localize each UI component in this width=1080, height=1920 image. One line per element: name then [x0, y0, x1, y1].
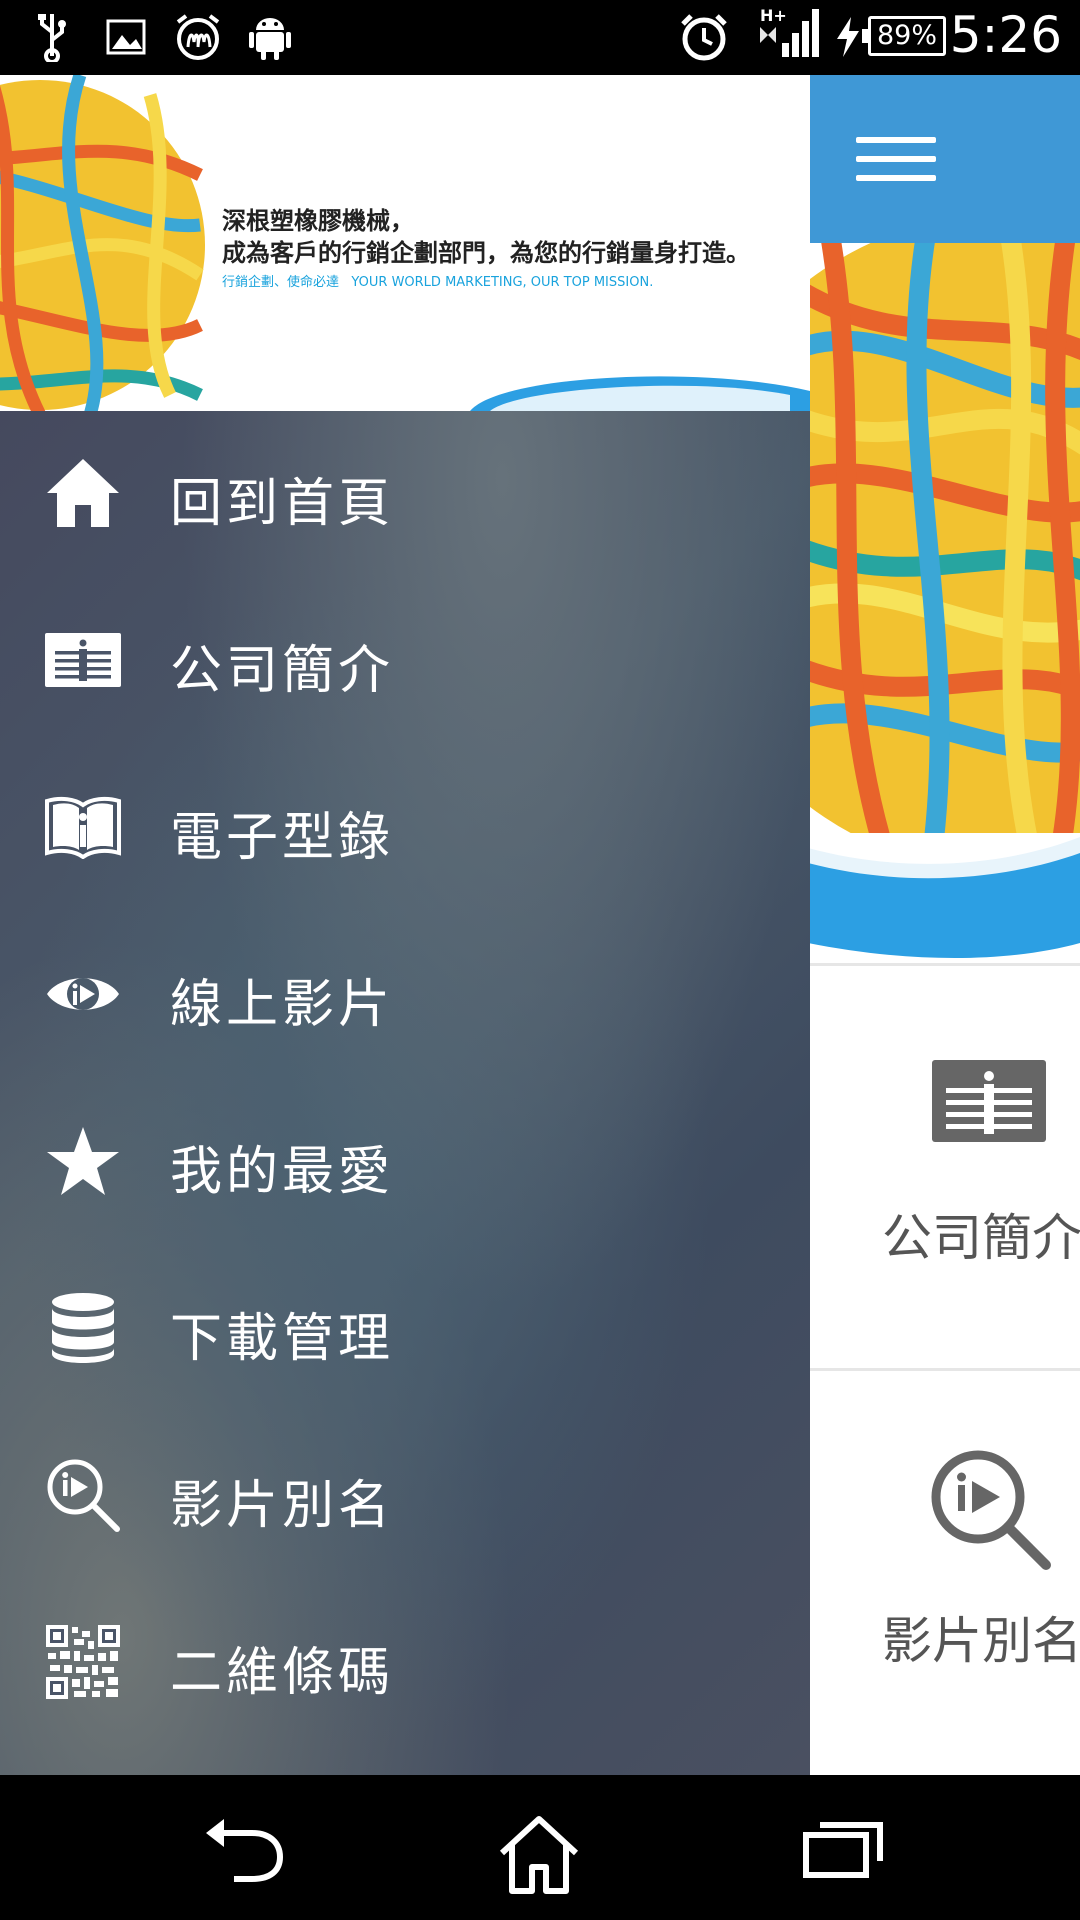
drawer-menu: 回到首頁 公司簡介 電子型錄 線上影片 我的最愛 下載管理 影片別名 二維條碼: [0, 411, 810, 1775]
catalog-book-icon: [45, 789, 121, 865]
status-bar: H+ 89% 5:26: [0, 0, 1080, 75]
banner-tagline-cn: 行銷企劃、使命必達: [222, 275, 340, 290]
signal-icon: H+: [758, 6, 820, 58]
tile-video-alias[interactable]: 影片別名: [808, 1371, 1080, 1775]
usb-icon: [34, 12, 70, 62]
tile-label: 影片別名: [882, 1612, 1080, 1670]
drawer-item-favorites[interactable]: 我的最愛: [0, 1079, 810, 1246]
banner-slogan-line2: 成為客戶的行銷企劃部門，為您的行銷量身打造。: [222, 239, 750, 267]
recents-icon[interactable]: [802, 1815, 892, 1895]
battery-percent: 89%: [876, 20, 937, 51]
tile-label: 公司簡介: [882, 1209, 1080, 1267]
drawer-item-label: 回到首頁: [170, 474, 395, 534]
company-info-icon: [932, 1060, 1046, 1146]
drawer-item-catalog[interactable]: 電子型錄: [0, 745, 810, 912]
drawer-banner: 深根塑橡膠機械， 成為客戶的行銷企劃部門，為您的行銷量身打造。 行銷企劃、使命必…: [0, 75, 810, 411]
drawer-item-label: 二維條碼: [170, 1643, 395, 1703]
alarm-clock-icon: [678, 12, 730, 62]
star-icon: [45, 1123, 121, 1199]
drawer-item-online-video[interactable]: 線上影片: [0, 912, 810, 1079]
drawer-item-qr-code[interactable]: 二維條碼: [0, 1580, 810, 1747]
home-nav-icon[interactable]: [496, 1815, 586, 1895]
banner-tagline: 行銷企劃、使命必達 YOUR WORLD MARKETING, OUR TOP …: [222, 271, 653, 290]
drawer-item-company-info[interactable]: 公司簡介: [0, 578, 810, 745]
hamburger-menu-button[interactable]: [856, 137, 936, 181]
video-search-icon: [45, 1457, 121, 1533]
drawer-item-label: 下載管理: [170, 1309, 395, 1369]
drawer-item-download-manager[interactable]: 下載管理: [0, 1246, 810, 1413]
navigation-drawer: 深根塑橡膠機械， 成為客戶的行銷企劃部門，為您的行銷量身打造。 行銷企劃、使命必…: [0, 75, 810, 1775]
battery-icon: 89%: [862, 16, 946, 56]
video-eye-icon: [45, 956, 121, 1032]
database-icon: [45, 1290, 121, 1366]
drawer-item-home[interactable]: 回到首頁: [0, 411, 810, 578]
clock: 5:26: [949, 6, 1062, 64]
drawer-item-label: 影片別名: [170, 1476, 395, 1536]
banner-slogan-line1: 深根塑橡膠機械，: [222, 207, 414, 235]
back-icon[interactable]: [200, 1815, 290, 1895]
image-icon: [104, 12, 148, 62]
main-content: 公司簡介 影片別名: [808, 75, 1080, 1775]
video-search-icon: [928, 1447, 1052, 1575]
network-type-label: H+: [760, 6, 787, 25]
banner-tagline-en: YOUR WORLD MARKETING, OUR TOP MISSION.: [351, 275, 654, 290]
android-icon: [248, 12, 292, 62]
drawer-item-label: 線上影片: [170, 975, 395, 1035]
app-bar: [808, 75, 1080, 243]
drawer-item-label: 電子型錄: [170, 808, 395, 868]
home-icon: [45, 455, 121, 531]
drawer-item-label: 公司簡介: [170, 641, 395, 701]
qr-code-icon: [45, 1624, 121, 1700]
system-nav-bar: [0, 1775, 1080, 1920]
company-info-icon: [45, 622, 121, 698]
mcdonalds-alarm-icon: [172, 12, 224, 62]
drawer-item-video-alias[interactable]: 影片別名: [0, 1413, 810, 1580]
drawer-item-label: 我的最愛: [170, 1142, 395, 1202]
hero-image: [808, 243, 1080, 963]
tile-company-info[interactable]: 公司簡介: [808, 966, 1080, 1368]
charging-icon: [834, 12, 862, 62]
rubber-band-ball-image: [808, 243, 1080, 963]
